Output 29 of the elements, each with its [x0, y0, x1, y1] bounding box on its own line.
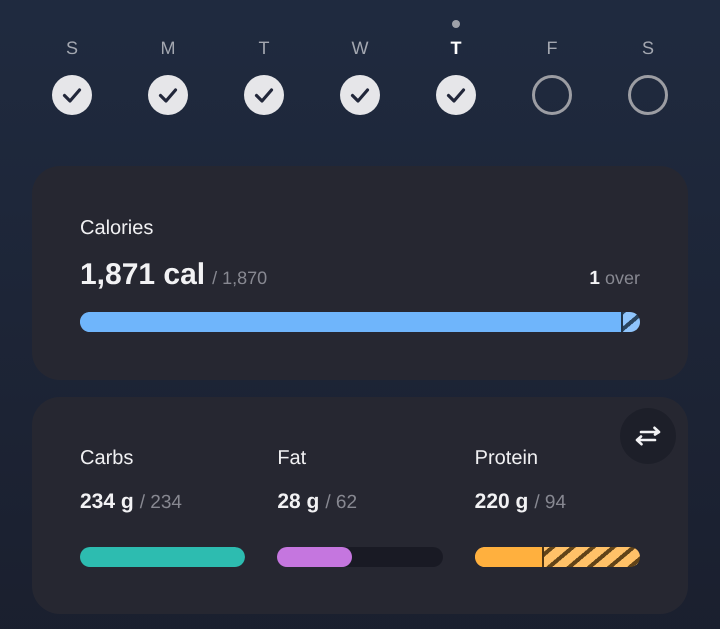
macro-goal: / 94 [534, 491, 566, 515]
calories-goal: / 1,870 [212, 267, 268, 290]
macro-label: Protein [474, 446, 540, 470]
macro-value: 234 g [80, 490, 134, 514]
check-circle-icon[interactable] [52, 75, 92, 115]
macro-label: Fat [277, 446, 308, 470]
day-label: T [258, 38, 270, 58]
macro-value: 220 g [474, 490, 528, 514]
check-circle-icon[interactable] [244, 75, 284, 115]
macro-goal: / 234 [140, 491, 182, 515]
macro-value: 28 g [277, 490, 320, 514]
day-label: W [352, 38, 368, 58]
day-label: S [642, 38, 654, 58]
macro-label: Carbs [80, 446, 134, 470]
over-label: over [604, 267, 640, 290]
over-amount: 1 [589, 267, 600, 291]
check-circle-icon[interactable] [436, 75, 476, 115]
empty-circle-icon[interactable] [628, 75, 668, 115]
swap-icon [634, 426, 662, 446]
day-label: M [160, 38, 176, 58]
day-label: T [450, 38, 462, 58]
calories-value: 1,871 cal [80, 257, 206, 293]
calories-label: Calories [80, 216, 154, 240]
empty-circle-icon[interactable] [532, 75, 572, 115]
day-label: F [546, 38, 558, 58]
check-circle-icon[interactable] [148, 75, 188, 115]
day-label: S [66, 38, 78, 58]
macro-goal: / 62 [325, 491, 358, 515]
check-circle-icon[interactable] [340, 75, 380, 115]
